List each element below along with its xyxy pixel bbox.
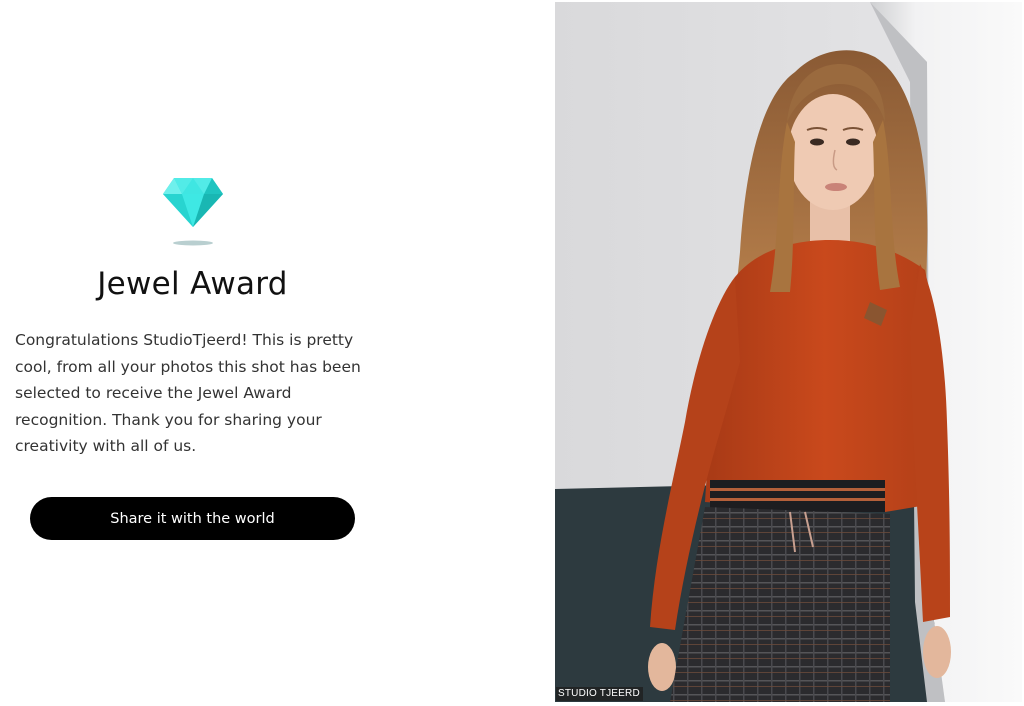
award-message: Congratulations StudioTjeerd! This is pr… [15,331,361,455]
awarded-photo: STUDIO TJEERD [555,2,1022,702]
award-panel: Jewel Award Congratulations StudioTjeerd… [0,0,555,706]
diamond-icon [163,178,223,246]
photo-image [555,2,1022,702]
photo-watermark: STUDIO TJEERD [556,687,643,701]
share-button[interactable]: Share it with the world [30,497,355,540]
award-title: Jewel Award [97,266,288,302]
award-page: Jewel Award Congratulations StudioTjeerd… [0,0,1024,706]
